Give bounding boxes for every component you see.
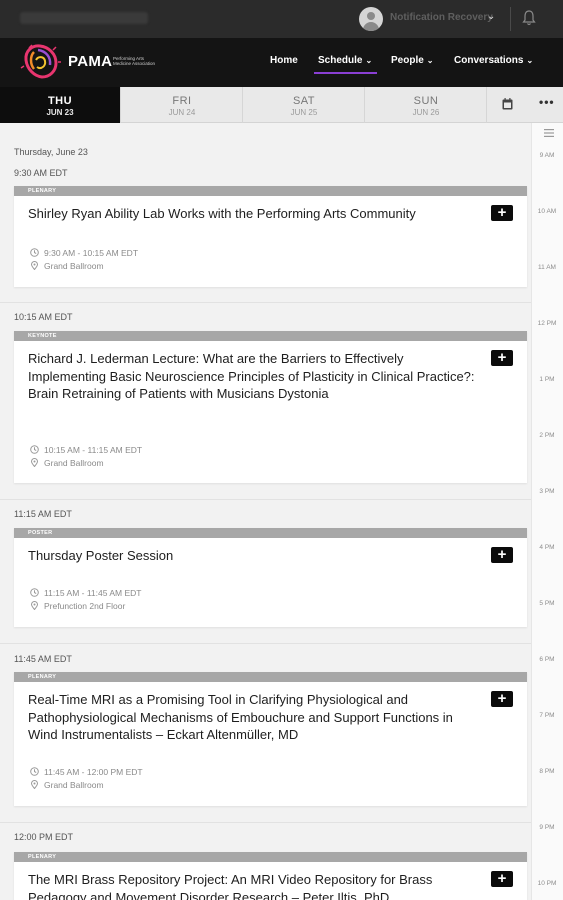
timeline-sidebar: 9 AM 10 AM 11 AM 12 PM 1 PM 2 PM 3 PM 4 PM 5 PM 6… [531, 123, 563, 900]
date-heading: Thursday, June 23 [14, 147, 88, 157]
session-title[interactable]: Richard J. Lederman Lecture: What are th… [28, 350, 478, 403]
session-title[interactable]: Thursday Poster Session [28, 547, 478, 565]
day-tab-sat[interactable]: SAT JUN 25 [244, 87, 365, 123]
nav-conversations[interactable]: Conversations ⌄ [454, 55, 533, 66]
timeline-hour-label: 10 AM [537, 208, 557, 215]
session-time: 9:30 AM - 10:15 AM EDT [30, 248, 138, 258]
account-name[interactable]: Notification Recovery [390, 12, 493, 23]
session-card[interactable]: PLENARY The MRI Brass Repository Project… [14, 852, 527, 900]
time-slot-label: 11:45 AM EDT [14, 654, 72, 664]
brand-subtitle: Performing Arts Medicine Association [113, 56, 156, 66]
track-badge: PLENARY [14, 186, 527, 196]
divider [0, 499, 531, 500]
chevron-down-icon: ⌄ [365, 56, 373, 65]
clock-icon [30, 445, 39, 454]
divider [0, 302, 531, 303]
session-time: 11:15 AM - 11:45 AM EDT [30, 588, 141, 598]
add-to-schedule-button[interactable]: + [491, 691, 513, 707]
clock-icon [30, 248, 39, 257]
top-bar: Notification Recovery ⌄ [0, 0, 563, 38]
clock-icon [30, 588, 39, 597]
timeline-hour-label: 6 PM [539, 656, 555, 663]
nav-home[interactable]: Home [270, 55, 298, 66]
track-badge: PLENARY [14, 672, 527, 682]
list-view-icon[interactable] [544, 129, 554, 137]
timeline-hour-label: 7 PM [539, 712, 555, 719]
time-slot-label: 12:00 PM EDT [14, 832, 74, 842]
session-time: 10:15 AM - 11:15 AM EDT [30, 445, 142, 455]
avatar[interactable] [359, 7, 383, 31]
time-slot-label: 11:15 AM EDT [14, 509, 72, 519]
day-selector: THU JUN 23 FRI JUN 24 SAT JUN 25 SUN JUN 26 [0, 87, 563, 123]
timeline-hour-label: 9 AM [539, 152, 555, 159]
session-card[interactable]: PLENARY Real-Time MRI as a Promising Too… [14, 672, 527, 806]
calendar-icon[interactable] [502, 98, 513, 110]
main-navbar: PAMA Performing Arts Medicine Associatio… [0, 38, 563, 87]
session-title[interactable]: The MRI Brass Repository Project: An MRI… [28, 871, 478, 900]
clock-icon [30, 767, 39, 776]
add-to-schedule-button[interactable]: + [491, 871, 513, 887]
session-card[interactable]: KEYNOTE Richard J. Lederman Lecture: Wha… [14, 331, 527, 483]
location-pin-icon [30, 261, 39, 270]
add-to-schedule-button[interactable]: + [491, 350, 513, 366]
location-pin-icon [30, 458, 39, 467]
session-time: 11:45 AM - 12:00 PM EDT [30, 767, 143, 777]
timeline-hour-label: 8 PM [539, 768, 555, 775]
day-tab-thu[interactable]: THU JUN 23 [0, 87, 121, 123]
active-nav-indicator [314, 72, 377, 74]
divider [0, 822, 531, 823]
divider [510, 7, 511, 31]
timeline-hour-label: 5 PM [539, 600, 555, 607]
day-tab-fri[interactable]: FRI JUN 24 [122, 87, 243, 123]
time-slot-label: 10:15 AM EDT [14, 312, 73, 322]
chevron-down-icon[interactable]: ⌄ [487, 11, 495, 22]
add-to-schedule-button[interactable]: + [491, 205, 513, 221]
timeline-hour-label: 4 PM [539, 544, 555, 551]
session-title[interactable]: Shirley Ryan Ability Lab Works with the … [28, 205, 478, 223]
timeline-hour-label: 2 PM [539, 432, 555, 439]
track-badge: PLENARY [14, 852, 527, 862]
more-options-icon[interactable]: ••• [539, 95, 555, 109]
blurred-title [20, 12, 148, 24]
track-badge: KEYNOTE [14, 331, 527, 341]
nav-schedule[interactable]: Schedule ⌄ [318, 55, 372, 66]
add-to-schedule-button[interactable]: + [491, 547, 513, 563]
bell-icon[interactable] [521, 9, 537, 27]
location-pin-icon [30, 780, 39, 789]
brand-name[interactable]: PAMA [68, 53, 112, 70]
divider [0, 643, 531, 644]
timeline-hour-label: 10 PM [537, 880, 557, 887]
timeline-hour-label: 1 PM [539, 376, 555, 383]
session-title[interactable]: Real-Time MRI as a Promising Tool in Cla… [28, 691, 478, 744]
timeline-hour-label: 9 PM [539, 824, 555, 831]
track-badge: POSTER [14, 528, 527, 538]
location-pin-icon [30, 601, 39, 610]
nav-people[interactable]: People ⌄ [391, 55, 434, 66]
session-location: Grand Ballroom [30, 261, 104, 271]
timeline-hour-label: 12 PM [537, 320, 557, 327]
session-location: Grand Ballroom [30, 458, 104, 468]
session-location: Prefunction 2nd Floor [30, 601, 125, 611]
schedule-list: Thursday, June 23 9:30 AM EDT PLENARY Sh… [0, 123, 531, 900]
day-tab-sun[interactable]: SUN JUN 26 [366, 87, 487, 123]
timeline-hour-label: 3 PM [539, 488, 555, 495]
chevron-down-icon: ⌄ [426, 56, 434, 65]
pama-logo-icon[interactable] [20, 42, 62, 82]
chevron-down-icon: ⌄ [526, 56, 534, 65]
time-slot-label: 9:30 AM EDT [14, 168, 68, 178]
session-location: Grand Ballroom [30, 780, 104, 790]
timeline-hour-label: 11 AM [538, 264, 556, 271]
session-card[interactable]: PLENARY Shirley Ryan Ability Lab Works w… [14, 186, 527, 287]
session-card[interactable]: POSTER Thursday Poster Session + 11:15 A… [14, 528, 527, 627]
